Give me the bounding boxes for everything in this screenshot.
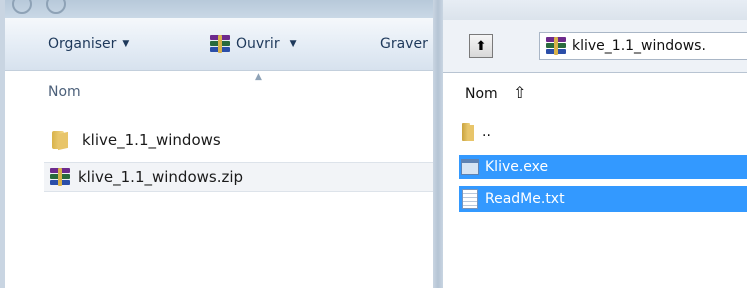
winrar-window: ⬆ klive_1.1_windows. Nom ⇧ .. Klive.exe … [443, 0, 747, 288]
burn-label: Graver [380, 36, 428, 52]
window-divider [433, 0, 443, 288]
winrar-archive-icon [546, 37, 566, 55]
winrar-icon [210, 35, 230, 53]
up-folder-button[interactable]: ⬆ [469, 34, 493, 58]
chevron-down-icon: ▼ [289, 39, 297, 49]
archive-file-name: .. [482, 124, 491, 140]
organize-label: Organiser [48, 36, 117, 52]
address-text: klive_1.1_windows. [572, 38, 706, 54]
file-row-folder[interactable]: klive_1.1_windows [44, 126, 433, 154]
address-field[interactable]: klive_1.1_windows. [539, 32, 747, 60]
archive-file-name: ReadMe.txt [485, 191, 565, 207]
up-arrow-icon: ⬆ [475, 38, 487, 54]
window-frame-left [0, 0, 5, 288]
open-label: Ouvrir [236, 36, 280, 52]
sort-up-arrow-icon: ⇧ [513, 83, 527, 102]
archive-row-parent[interactable]: .. [459, 120, 747, 144]
winrar-menu-strip [443, 0, 747, 20]
folder-icon [462, 123, 476, 141]
open-button[interactable]: Ouvrir ▼ [210, 34, 297, 54]
sort-ascending-icon: ▲ [255, 72, 262, 82]
column-header: Nom ▲ [0, 70, 433, 110]
winrar-column-header: Nom ⇧ [453, 72, 747, 112]
explorer-window: Organiser ▼ Ouvrir ▼ Graver Nom ▲ klive_… [0, 0, 433, 288]
winrar-archive-icon [50, 168, 70, 186]
nav-buttons [12, 0, 80, 18]
file-row-zip[interactable]: klive_1.1_windows.zip [44, 162, 433, 192]
exe-icon [461, 159, 479, 175]
burn-button[interactable]: Graver [380, 34, 428, 54]
text-file-icon [462, 189, 478, 209]
chevron-down-icon: ▼ [122, 39, 130, 49]
archive-row-exe[interactable]: Klive.exe [459, 155, 747, 179]
folder-icon [50, 131, 72, 149]
column-name-header[interactable]: Nom [48, 84, 81, 100]
explorer-toolbar: Organiser ▼ Ouvrir ▼ Graver [0, 18, 433, 71]
file-name: klive_1.1_windows [82, 131, 221, 149]
organize-button[interactable]: Organiser ▼ [48, 34, 129, 54]
file-name: klive_1.1_windows.zip [78, 168, 244, 186]
column-name-header[interactable]: Nom [465, 86, 498, 102]
explorer-title-bar [0, 0, 433, 18]
archive-row-txt[interactable]: ReadMe.txt [459, 186, 747, 212]
forward-button[interactable] [46, 0, 66, 14]
archive-file-name: Klive.exe [485, 159, 549, 175]
back-button[interactable] [12, 0, 32, 14]
winrar-address-bar: ⬆ klive_1.1_windows. [443, 20, 747, 73]
